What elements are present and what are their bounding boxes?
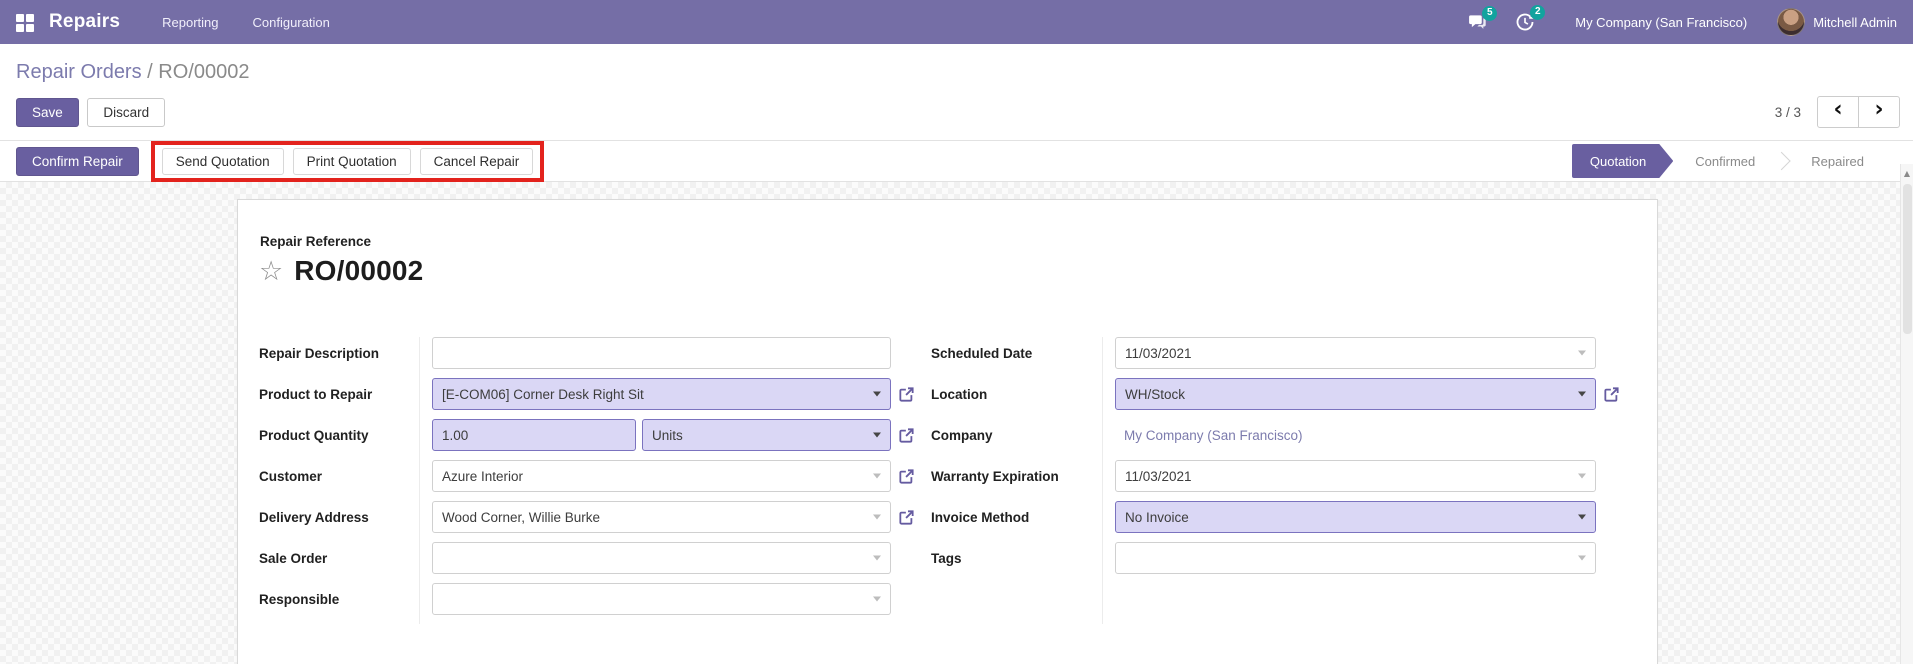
user-avatar[interactable] bbox=[1777, 8, 1805, 36]
company-switcher[interactable]: My Company (San Francisco) bbox=[1575, 15, 1747, 30]
delivery-address-external-link-icon[interactable] bbox=[898, 509, 915, 526]
messages-button[interactable]: 5 bbox=[1467, 13, 1487, 32]
activities-count-badge: 2 bbox=[1530, 5, 1545, 20]
triangle-up-icon[interactable] bbox=[1901, 164, 1913, 178]
customer-input[interactable]: Azure Interior bbox=[432, 460, 891, 492]
statusbar: Quotation Confirmed Repaired bbox=[1572, 144, 1886, 178]
uom-external-link-icon[interactable] bbox=[898, 427, 915, 444]
repair-reference-number: RO/00002 bbox=[294, 255, 423, 287]
pager-previous-button[interactable]: ‹ bbox=[1817, 96, 1859, 128]
pager-next-button[interactable]: › bbox=[1858, 96, 1900, 128]
tags-input[interactable] bbox=[1115, 542, 1596, 574]
warranty-expiration-label: Warranty Expiration bbox=[931, 460, 1102, 492]
pager-count: 3 / 3 bbox=[1775, 105, 1801, 120]
location-input[interactable]: WH/Stock bbox=[1115, 378, 1596, 410]
product-quantity-label: Product Quantity bbox=[259, 419, 419, 451]
location-label: Location bbox=[931, 378, 1102, 410]
repair-reference-label: Repair Reference bbox=[260, 234, 1633, 249]
cancel-repair-button[interactable]: Cancel Repair bbox=[420, 148, 534, 175]
unit-of-measure-select[interactable]: Units bbox=[642, 419, 891, 451]
scheduled-date-input[interactable]: 11/03/2021 bbox=[1115, 337, 1596, 369]
repair-description-label: Repair Description bbox=[259, 337, 419, 369]
record-pager: 3 / 3 ‹ › bbox=[1775, 96, 1900, 128]
warranty-expiration-input[interactable]: 11/03/2021 bbox=[1115, 460, 1596, 492]
responsible-input[interactable] bbox=[432, 583, 891, 615]
scrollbar-thumb[interactable] bbox=[1903, 184, 1912, 334]
product-to-repair-label: Product to Repair bbox=[259, 378, 419, 410]
annotation-highlight-box: Send Quotation Print Quotation Cancel Re… bbox=[151, 141, 544, 182]
status-stage-confirmed[interactable]: Confirmed bbox=[1673, 144, 1777, 178]
right-field-group: Scheduled Date Location Company Warranty… bbox=[931, 337, 1596, 624]
apps-grid-icon[interactable] bbox=[16, 14, 33, 31]
breadcrumb-separator: / bbox=[147, 61, 158, 83]
customer-external-link-icon[interactable] bbox=[898, 468, 915, 485]
caret-down-icon bbox=[873, 433, 881, 438]
repair-description-input[interactable] bbox=[432, 337, 891, 369]
chevron-right-icon: › bbox=[1874, 99, 1883, 121]
location-external-link-icon[interactable] bbox=[1603, 386, 1620, 403]
repairs-app-page: { "nav": { "app_name": "Repairs", "menus… bbox=[0, 0, 1913, 664]
delivery-address-label: Delivery Address bbox=[259, 501, 419, 533]
status-separator-chevron-icon bbox=[1777, 144, 1789, 178]
company-value-text: My Company (San Francisco) bbox=[1115, 428, 1303, 443]
caret-down-icon bbox=[1578, 351, 1586, 356]
company-label: Company bbox=[931, 419, 1102, 451]
product-to-repair-input[interactable]: [E-COM06] Corner Desk Right Sit bbox=[432, 378, 891, 410]
product-external-link-icon[interactable] bbox=[898, 386, 915, 403]
caret-down-icon bbox=[873, 392, 881, 397]
field-groups: Repair Description Product to Repair Pro… bbox=[259, 337, 1633, 624]
discard-button[interactable]: Discard bbox=[87, 98, 165, 127]
breadcrumb-current: RO/00002 bbox=[158, 61, 249, 83]
menu-reporting[interactable]: Reporting bbox=[162, 15, 218, 30]
sale-order-input[interactable] bbox=[432, 542, 891, 574]
activities-button[interactable]: 2 bbox=[1515, 12, 1535, 32]
caret-down-icon bbox=[873, 474, 881, 479]
status-stage-quotation[interactable]: Quotation bbox=[1572, 144, 1673, 178]
sale-order-label: Sale Order bbox=[259, 542, 419, 574]
confirm-repair-button[interactable]: Confirm Repair bbox=[16, 147, 139, 176]
caret-down-icon bbox=[873, 597, 881, 602]
top-navbar: Repairs Reporting Configuration 5 2 My C… bbox=[0, 0, 1913, 44]
responsible-label: Responsible bbox=[259, 583, 419, 615]
print-quotation-button[interactable]: Print Quotation bbox=[293, 148, 411, 175]
app-name[interactable]: Repairs bbox=[49, 11, 120, 33]
caret-down-icon bbox=[873, 515, 881, 520]
customer-label: Customer bbox=[259, 460, 419, 492]
breadcrumb-parent-link[interactable]: Repair Orders bbox=[16, 61, 142, 83]
save-button[interactable]: Save bbox=[16, 98, 79, 127]
chevron-left-icon: ‹ bbox=[1833, 99, 1842, 121]
caret-down-icon bbox=[1578, 392, 1586, 397]
content-background: Repair Reference RO/00002 Repair Descrip… bbox=[0, 182, 1913, 664]
user-name[interactable]: Mitchell Admin bbox=[1813, 15, 1897, 30]
action-bar: Confirm Repair Send Quotation Print Quot… bbox=[0, 140, 1913, 182]
caret-down-icon bbox=[1578, 474, 1586, 479]
send-quotation-button[interactable]: Send Quotation bbox=[162, 148, 284, 175]
messages-count-badge: 5 bbox=[1482, 6, 1497, 21]
caret-down-icon bbox=[1578, 515, 1586, 520]
menu-configuration[interactable]: Configuration bbox=[252, 15, 329, 30]
vertical-scrollbar[interactable] bbox=[1900, 164, 1913, 664]
status-stage-repaired[interactable]: Repaired bbox=[1789, 144, 1886, 178]
left-field-group: Repair Description Product to Repair Pro… bbox=[259, 337, 891, 624]
control-panel-buttons: Save Discard 3 / 3 ‹ › bbox=[0, 84, 1913, 140]
invoice-method-label: Invoice Method bbox=[931, 501, 1102, 533]
invoice-method-select[interactable]: No Invoice bbox=[1115, 501, 1596, 533]
caret-down-icon bbox=[1578, 556, 1586, 561]
product-quantity-input[interactable]: 1.00 bbox=[432, 419, 636, 451]
scheduled-date-label: Scheduled Date bbox=[931, 337, 1102, 369]
tags-label: Tags bbox=[931, 542, 1102, 574]
caret-down-icon bbox=[873, 556, 881, 561]
breadcrumb: Repair Orders / RO/00002 bbox=[0, 44, 1913, 84]
star-outline-icon[interactable] bbox=[259, 258, 283, 285]
delivery-address-input[interactable]: Wood Corner, Willie Burke bbox=[432, 501, 891, 533]
form-sheet: Repair Reference RO/00002 Repair Descrip… bbox=[237, 199, 1658, 664]
